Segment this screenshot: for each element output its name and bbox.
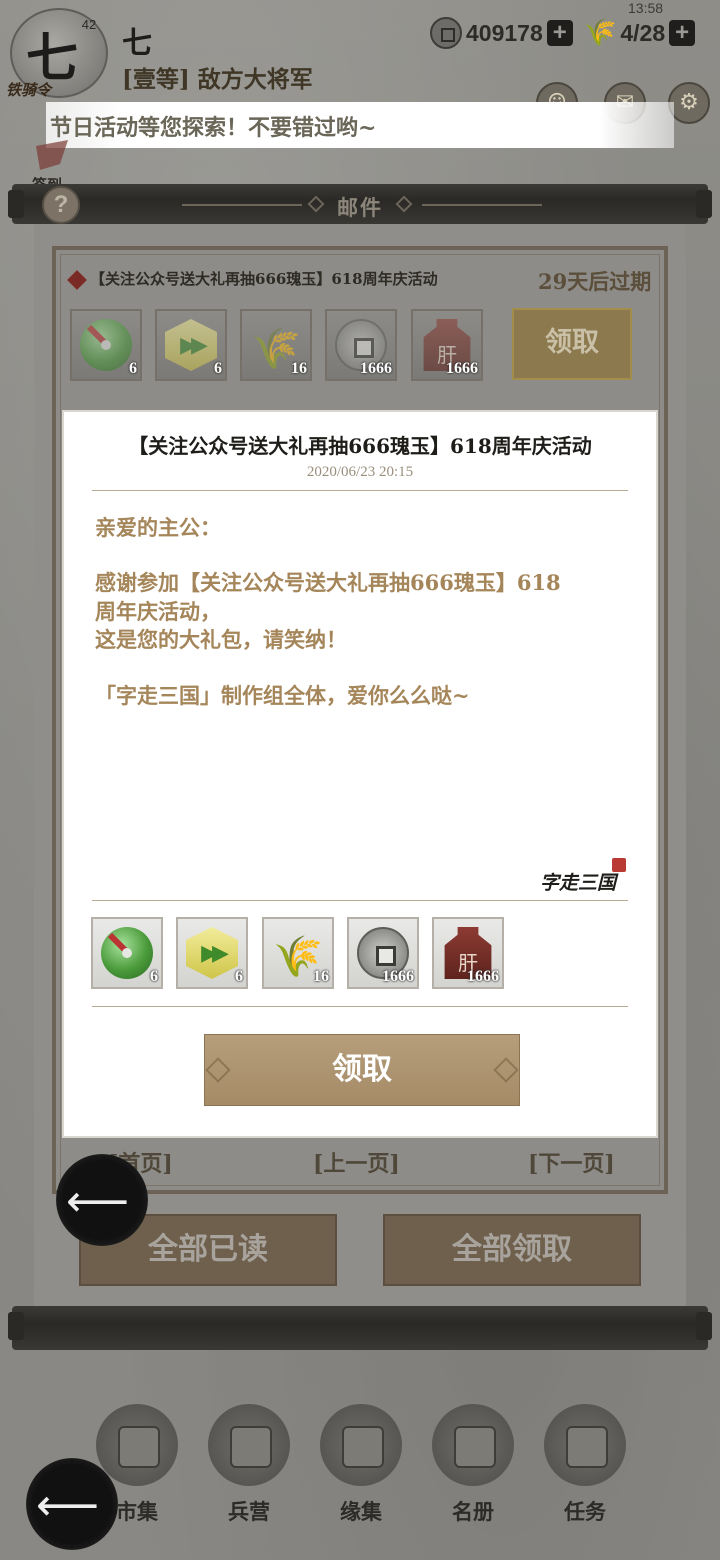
- row-item-speedup[interactable]: 6: [155, 309, 227, 381]
- divider: [92, 1006, 628, 1007]
- item-count: 16: [313, 968, 329, 985]
- player-name: 七: [122, 26, 152, 61]
- gear-icon: ⚙: [679, 90, 699, 115]
- fate-icon: [320, 1404, 402, 1486]
- nav-label: 名册: [452, 1499, 494, 1524]
- add-grain-button[interactable]: +: [669, 20, 696, 46]
- settings-button[interactable]: ⚙: [668, 82, 710, 124]
- quest-icon: [544, 1404, 626, 1486]
- market-icon: [96, 1404, 178, 1486]
- reward-item-speedup[interactable]: 6: [176, 917, 248, 989]
- signature-logo: 字走三国: [540, 872, 617, 894]
- back-button[interactable]: ⟵: [56, 1154, 148, 1246]
- scroll-bottom-rod: [8, 1306, 712, 1350]
- roster-icon: [432, 1404, 514, 1486]
- speedup-icon: [165, 319, 217, 371]
- wheat-icon: 🌾: [584, 18, 617, 48]
- player-level: 42: [81, 17, 97, 32]
- checkin-side-button[interactable]: 签到: [28, 140, 76, 194]
- sign-off-line: 「字走三国」制作组全体，爱你么么哒~: [95, 683, 470, 708]
- nav-barracks[interactable]: 兵营: [204, 1404, 294, 1534]
- item-count: 6: [150, 968, 158, 985]
- avatar-seal: 铁骑令: [6, 81, 52, 99]
- title-ornament-line-right: [422, 204, 542, 206]
- back-arrow-icon: ⟵: [36, 1480, 100, 1531]
- item-count: 6: [214, 360, 222, 377]
- row-item-coin[interactable]: 1666: [325, 309, 397, 381]
- back-arrow-icon: ⟵: [66, 1176, 130, 1227]
- reward-item-coin[interactable]: 1666: [347, 917, 419, 989]
- row-item-wheat[interactable]: 16: [240, 309, 312, 381]
- coin-value: 409178: [466, 19, 543, 46]
- item-count: 1666: [360, 360, 392, 377]
- item-count: 6: [129, 360, 137, 377]
- reward-item-bell[interactable]: 1666: [432, 917, 504, 989]
- row-claim-button[interactable]: 领取: [512, 308, 632, 380]
- panel-title: 邮件: [337, 195, 383, 220]
- body-line: 周年庆活动，: [95, 599, 221, 624]
- claim-all-button[interactable]: 全部领取: [383, 1214, 641, 1286]
- scroll-top-rod: 邮件: [8, 184, 712, 224]
- announcement-marquee: 节日活动等您探索！不要错过哟~: [46, 102, 674, 148]
- item-count: 1666: [382, 968, 414, 985]
- item-count: 1666: [446, 360, 478, 377]
- reward-item-jade[interactable]: 6: [91, 917, 163, 989]
- nav-fate[interactable]: 缘集: [316, 1404, 406, 1534]
- item-count: 1666: [467, 968, 499, 985]
- item-count: 6: [235, 968, 243, 985]
- row-item-jade[interactable]: 6: [70, 309, 142, 381]
- help-button[interactable]: ?: [42, 186, 80, 224]
- greeting-line: 亲爱的主公：: [95, 515, 221, 540]
- prev-page-link[interactable]: [上一页]: [313, 1146, 400, 1178]
- player-avatar[interactable]: 七 42 铁骑令: [6, 8, 108, 99]
- nav-quests[interactable]: 任务: [540, 1404, 630, 1534]
- speedup-icon: [186, 927, 238, 979]
- coin-icon: [430, 17, 462, 49]
- brush-mark-icon: [36, 140, 68, 170]
- add-coins-button[interactable]: +: [546, 20, 573, 46]
- nav-roster[interactable]: 名册: [428, 1404, 518, 1534]
- dialog-title: 【关注公众号送大礼再抽666瑰玉】618周年庆活动: [128, 434, 592, 458]
- next-page-link[interactable]: [下一页]: [528, 1146, 615, 1178]
- coin-counter: 409178 +: [430, 16, 573, 50]
- nav-label: 市集: [116, 1499, 158, 1524]
- nav-label: 兵营: [228, 1499, 270, 1524]
- barracks-icon: [208, 1404, 290, 1486]
- seal-stamp-icon: [612, 858, 626, 872]
- status-clock: 13:58: [628, 0, 664, 16]
- mail-detail-dialog: 【关注公众号送大礼再抽666瑰玉】618周年庆活动 2020/06/23 20:…: [62, 410, 658, 1138]
- mail-row-expire: 29天后过期: [538, 269, 652, 294]
- body-line: 这是您的大礼包，请笑纳！: [95, 627, 347, 652]
- row-item-bell[interactable]: 1666: [411, 309, 483, 381]
- divider: [92, 900, 628, 901]
- claim-button[interactable]: 领取: [204, 1034, 520, 1106]
- grain-value: 4/28: [620, 19, 666, 46]
- reward-item-wheat[interactable]: 16: [262, 917, 334, 989]
- jade-disc-icon: [80, 319, 132, 371]
- player-rank: [壹等] 敌方大将军: [122, 66, 313, 93]
- nav-market[interactable]: 市集: [92, 1404, 182, 1534]
- item-count: 16: [291, 360, 307, 377]
- grain-counter: 🌾 4/28 +: [584, 16, 696, 50]
- body-line: 感谢参加【关注公众号送大礼再抽666瑰玉】618: [95, 570, 561, 595]
- divider: [92, 490, 628, 491]
- nav-label: 任务: [564, 1499, 606, 1524]
- nav-label: 缘集: [340, 1499, 382, 1524]
- mail-row-title[interactable]: 【关注公众号送大礼再抽666瑰玉】618周年庆活动: [90, 268, 438, 289]
- marquee-text: 节日活动等您探索！不要错过哟~: [50, 115, 377, 141]
- dialog-date: 2020/06/23 20:15: [306, 464, 414, 480]
- jade-disc-icon: [101, 927, 153, 979]
